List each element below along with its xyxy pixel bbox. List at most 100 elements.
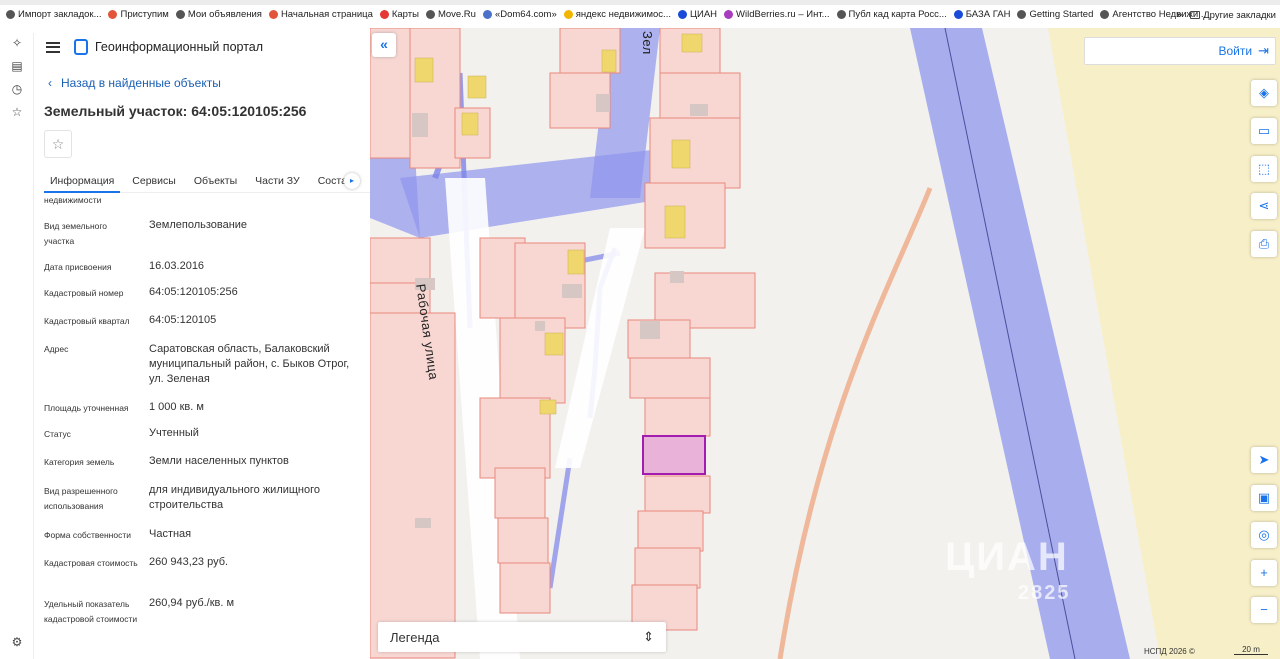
tab-objects[interactable]: Объекты: [188, 167, 243, 193]
sparkle-icon[interactable]: ✧: [10, 36, 24, 50]
partial-label: недвижимости: [44, 195, 102, 205]
location-pin-icon: ◎: [1258, 527, 1270, 542]
minimap-button[interactable]: ▣: [1251, 485, 1277, 511]
bookmark-item[interactable]: Приступим: [108, 9, 169, 20]
menu-icon[interactable]: [46, 41, 60, 53]
bookmark-item[interactable]: яндекс недвижимос...: [563, 9, 671, 20]
row-label: Удельный показатель кадастровой стоимост…: [44, 599, 138, 624]
star-icon[interactable]: ☆: [10, 105, 24, 119]
row-value: 1 000 кв. м: [149, 401, 204, 413]
selected-parcel[interactable]: [642, 435, 706, 475]
bookmark-item[interactable]: ЦИАН: [677, 9, 718, 20]
tab-info[interactable]: Информация: [44, 167, 121, 193]
print-button[interactable]: ⎙: [1251, 231, 1277, 257]
bookmark-favicon-icon: [268, 10, 278, 19]
more-bookmarks-button[interactable]: »: [1176, 9, 1182, 21]
select-area-icon: ⬚: [1257, 161, 1271, 176]
bookmark-item[interactable]: Move.Ru: [425, 9, 476, 20]
search-location-button[interactable]: ◎: [1251, 522, 1277, 548]
bookmark-item[interactable]: WildBerries.ru – Инт...: [724, 9, 830, 20]
layers-button[interactable]: ◈: [1251, 80, 1277, 106]
bookmark-item[interactable]: Публ кад карта Росс...: [836, 9, 947, 20]
zone-line: [547, 457, 573, 589]
row-label: Площадь уточненная: [44, 403, 129, 413]
bookmark-label: Публ кад карта Росс...: [848, 9, 947, 20]
back-link[interactable]: ‹ Назад в найденные объекты: [48, 76, 221, 90]
tab-parts[interactable]: Части ЗУ: [249, 167, 306, 193]
row-value: Саратовская область, Балаковский муницип…: [149, 343, 350, 385]
bookmark-label: Мои объявления: [187, 9, 262, 20]
locate-button[interactable]: ➤: [1251, 447, 1277, 473]
bookmark-label: Карты: [391, 9, 419, 20]
select-area-button[interactable]: ⬚: [1251, 156, 1277, 182]
row-value: для индивидуального жилищного строительс…: [149, 484, 321, 511]
object-title: Земельный участок: 64:05:120105:256: [44, 103, 307, 119]
bookmark-label: Приступим: [120, 9, 169, 20]
bookmark-item[interactable]: Начальная страница: [268, 9, 373, 20]
bookmark-item[interactable]: Мои объявления: [175, 9, 262, 20]
navigate-icon: ➤: [1258, 452, 1270, 467]
bookmark-favicon-icon: [108, 10, 118, 19]
tabs-scroll-right-button[interactable]: ▸: [344, 173, 360, 189]
document-icon[interactable]: ▤: [10, 59, 24, 73]
row-value: 260 943,23 руб.: [149, 556, 229, 568]
portal-title: Геоинформационный портал: [95, 40, 264, 54]
tab-strip: [0, 0, 1280, 5]
bookmark-label: Импорт закладок...: [18, 9, 102, 20]
bookmark-label: Move.Ru: [437, 9, 476, 20]
login-label: Войти: [1218, 44, 1253, 58]
bookmark-favicon-icon: [175, 10, 185, 19]
scale-bar: 20 m: [1234, 645, 1268, 655]
bookmark-favicon-icon: [482, 10, 492, 19]
login-button[interactable]: Войти ⇥: [1084, 37, 1276, 65]
bookmark-favicon-icon: [425, 10, 435, 19]
plus-icon: +: [1260, 565, 1268, 580]
bookmark-item[interactable]: Getting Started: [1017, 9, 1093, 20]
row-label: Статус: [44, 429, 71, 439]
favorite-button[interactable]: ☆: [44, 130, 72, 158]
bookmark-favicon-icon: [836, 10, 846, 19]
bookmark-favicon-icon: [724, 10, 734, 19]
bookmarks-list: Импорт закладок... Приступим Мои объявлени…: [6, 9, 1213, 20]
other-bookmarks-button[interactable]: Другие закладки: [1203, 10, 1276, 21]
share-button[interactable]: ⋖: [1251, 193, 1277, 219]
bookmark-label: «Dom64.com»: [494, 9, 557, 20]
bookmark-favicon-icon: [1017, 10, 1027, 19]
zoom-out-button[interactable]: −: [1251, 597, 1277, 623]
zoom-in-button[interactable]: +: [1251, 560, 1277, 586]
chevron-updown-icon: ⇕: [643, 629, 654, 644]
bookmark-label: Начальная страница: [280, 9, 373, 20]
bookmark-item[interactable]: БАЗА ГАН: [953, 9, 1010, 20]
legend-panel[interactable]: Легенда ⇕: [378, 622, 666, 652]
row-value: 16.03.2016: [149, 260, 205, 272]
row-label: Кадастровая стоимость: [44, 558, 138, 568]
row-value: 64:05:120105:256: [149, 286, 238, 298]
legend-label: Легенда: [390, 629, 440, 645]
bookmark-item[interactable]: «Dom64.com»: [482, 9, 557, 20]
map-canvas[interactable]: Рабочая улица Зел: [370, 28, 1280, 659]
history-icon[interactable]: ◷: [10, 82, 24, 96]
tab-services[interactable]: Сервисы: [126, 167, 182, 193]
folder-icon: [1190, 11, 1201, 19]
portal-logo-icon: [74, 39, 88, 55]
collapse-panel-button[interactable]: «: [372, 33, 396, 57]
bookmark-favicon-icon: [953, 10, 963, 19]
bookmarks-overflow: » Другие закладки: [1176, 9, 1276, 21]
share-icon: ⋖: [1258, 198, 1270, 213]
row-label: Категория земель: [44, 457, 115, 467]
row-label: Вид земельного участка: [44, 221, 108, 246]
bookmark-label: ЦИАН: [689, 9, 718, 20]
settings-gear-icon[interactable]: ⚙: [10, 635, 24, 649]
left-rail: ✧ ▤ ◷ ☆ ⚙: [0, 33, 34, 659]
bookmark-favicon-icon: [6, 10, 15, 19]
measure-button[interactable]: ▭: [1251, 118, 1277, 144]
bookmark-item[interactable]: Импорт закладок...: [6, 9, 101, 20]
ruler-icon: ▭: [1257, 123, 1271, 138]
row-label: Дата присвоения: [44, 262, 112, 272]
login-icon: ⇥: [1258, 43, 1269, 58]
bookmark-item[interactable]: Карты: [379, 9, 419, 20]
minimap-icon: ▣: [1257, 490, 1271, 505]
watermark-logo: ЦИАН: [945, 535, 1069, 579]
map-drawing: [370, 28, 1280, 659]
row-value: 260,94 руб./кв. м: [149, 597, 235, 609]
